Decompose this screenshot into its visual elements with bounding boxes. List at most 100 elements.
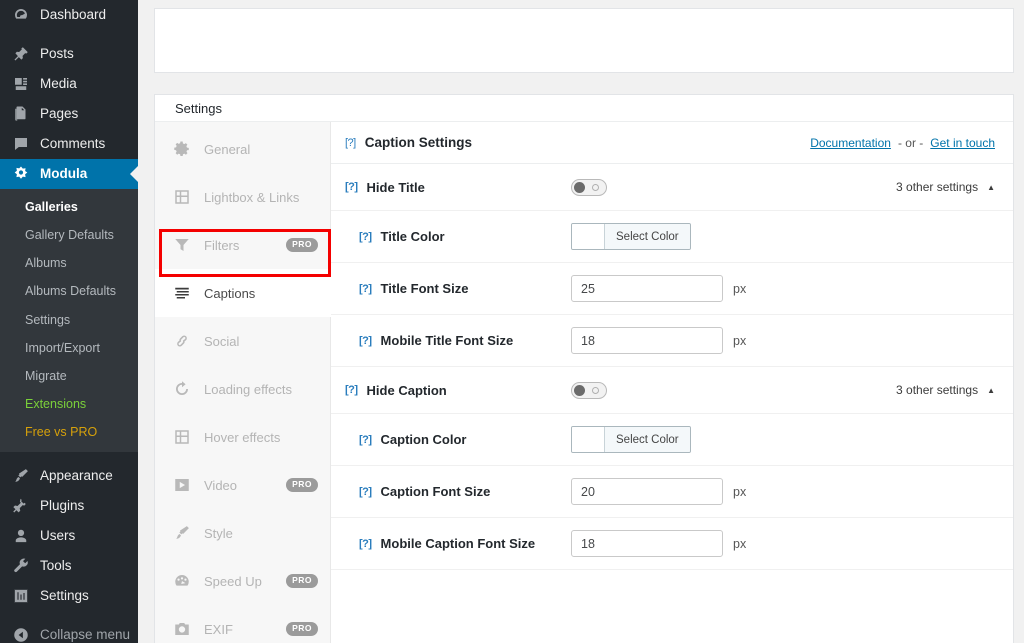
sidebar-item-appearance[interactable]: Appearance: [0, 461, 138, 491]
speed-icon: [173, 572, 191, 590]
other-settings-toggle-hide-title[interactable]: 3 other settings▲: [896, 180, 995, 194]
modula-submenu: GalleriesGallery DefaultsAlbumsAlbums De…: [0, 189, 138, 452]
tab-loading-effects[interactable]: Loading effects: [155, 365, 330, 413]
tab-speed-up[interactable]: Speed UpPRO: [155, 557, 330, 605]
input-mobile-caption-font-size[interactable]: [571, 530, 723, 557]
field-hide-caption: [571, 382, 607, 399]
form-header: [?] Caption Settings Documentation - or …: [331, 122, 1013, 164]
tab-social[interactable]: Social: [155, 317, 330, 365]
sidebar-item-pages[interactable]: Pages: [0, 99, 138, 129]
tab-video[interactable]: VideoPRO: [155, 461, 330, 509]
select-color-label: Select Color: [605, 224, 690, 249]
tab-general[interactable]: General: [155, 125, 330, 173]
admin-sidebar: Dashboard Posts Media PagesCommentsModula G…: [0, 0, 138, 643]
chevron-up-icon: ▲: [987, 183, 995, 192]
brush-icon: [173, 524, 191, 542]
get-in-touch-link[interactable]: Get in touch: [930, 136, 995, 150]
setting-label-text: Caption Font Size: [381, 484, 491, 499]
toggle-hide-caption[interactable]: [571, 382, 607, 399]
input-title-font-size[interactable]: [571, 275, 723, 302]
sidebar-item-label: Media: [40, 77, 77, 91]
settings-form: [?] Caption Settings Documentation - or …: [331, 122, 1013, 643]
color-picker-caption-color[interactable]: Select Color: [571, 426, 691, 453]
sidebar-item-label: Tools: [40, 559, 72, 573]
toggle-hide-title[interactable]: [571, 179, 607, 196]
setting-row-caption-font-size: [?]Caption Font Sizepx: [331, 466, 1013, 518]
label-hide-title: [?]Hide Title: [345, 180, 571, 195]
setting-label-text: Hide Caption: [367, 383, 447, 398]
other-settings-toggle-hide-caption[interactable]: 3 other settings▲: [896, 383, 995, 397]
help-icon[interactable]: [?]: [345, 137, 356, 149]
tab-exif[interactable]: EXIFPRO: [155, 605, 330, 643]
other-settings-label: 3 other settings: [896, 383, 978, 397]
sidebar-item-modula[interactable]: Modula: [0, 159, 138, 189]
sidebar-item-users[interactable]: Users: [0, 521, 138, 551]
label-mobile-title-font-size: [?] Mobile Title Font Size: [345, 333, 571, 348]
panel-title: Settings: [155, 95, 1013, 122]
help-icon[interactable]: [?]: [359, 434, 372, 446]
sidebar-item-label: Posts: [40, 47, 74, 61]
setting-label-text: Caption Color: [381, 432, 467, 447]
submenu-item-migrate[interactable]: Migrate: [0, 362, 138, 390]
color-picker-title-color[interactable]: Select Color: [571, 223, 691, 250]
tab-label: Hover effects: [204, 430, 318, 445]
help-icon[interactable]: [?]: [359, 231, 372, 243]
help-icon[interactable]: [?]: [359, 335, 372, 347]
submenu-item-albums[interactable]: Albums: [0, 249, 138, 277]
submenu-item-galleries[interactable]: Galleries: [0, 193, 138, 221]
setting-row-title-color: [?]Title ColorSelect Color: [331, 211, 1013, 263]
color-swatch: [572, 224, 605, 249]
sidebar-item-label: Appearance: [40, 469, 113, 483]
sidebar-item-tools[interactable]: Tools: [0, 551, 138, 581]
help-icon[interactable]: [?]: [359, 283, 372, 295]
tab-style[interactable]: Style: [155, 509, 330, 557]
setting-row-mobile-title-font-size: [?] Mobile Title Font Size px: [331, 315, 1013, 367]
field-mobile-title-font-size: px: [571, 327, 746, 354]
label-caption-color: [?] Caption Color: [345, 432, 571, 447]
label-caption-font-size: [?] Caption Font Size: [345, 484, 571, 499]
input-mobile-title-font-size[interactable]: [571, 327, 723, 354]
help-icon[interactable]: [?]: [345, 181, 358, 193]
sidebar-item-settings[interactable]: Settings: [0, 581, 138, 611]
wp-admin-screen: Dashboard Posts Media PagesCommentsModula G…: [0, 0, 1024, 643]
settings-panel: Settings GeneralLightbox & LinksFiltersP…: [154, 94, 1014, 643]
sidebar-item-label: Settings: [40, 589, 89, 603]
sidebar-item-plugins[interactable]: Plugins: [0, 491, 138, 521]
help-icon[interactable]: [?]: [359, 538, 372, 550]
field-title-color: Select Color: [571, 223, 691, 250]
submenu-item-extensions[interactable]: Extensions: [0, 390, 138, 418]
sidebar-item-dashboard[interactable]: Dashboard: [0, 0, 138, 30]
settings-icon: [11, 586, 31, 606]
select-color-label: Select Color: [605, 427, 690, 452]
field-title-font-size: px: [571, 275, 746, 302]
sidebar-item-collapse-menu[interactable]: Collapse menu: [0, 620, 138, 643]
sidebar-item-media[interactable]: Media: [0, 69, 138, 99]
documentation-link[interactable]: Documentation: [810, 136, 891, 150]
link-icon: [173, 332, 191, 350]
toggle-knob: [574, 385, 585, 396]
help-icon[interactable]: [?]: [345, 384, 358, 396]
sidebar-item-posts[interactable]: Posts: [0, 39, 138, 69]
tab-filters[interactable]: FiltersPRO: [155, 221, 330, 269]
submenu-item-free-vs-pro[interactable]: Free vs PRO: [0, 418, 138, 446]
help-icon[interactable]: [?]: [359, 486, 372, 498]
collapse-icon: [11, 625, 31, 643]
pages-icon: [11, 104, 31, 124]
tab-captions[interactable]: Captions: [155, 269, 331, 317]
submenu-item-settings[interactable]: Settings: [0, 306, 138, 334]
setting-label-text: Mobile Title Font Size: [381, 333, 514, 348]
sidebar-item-comments[interactable]: Comments: [0, 129, 138, 159]
submenu-item-import-export[interactable]: Import/Export: [0, 334, 138, 362]
input-caption-font-size[interactable]: [571, 478, 723, 505]
submenu-item-gallery-defaults[interactable]: Gallery Defaults: [0, 221, 138, 249]
sidebar-item-label: Dashboard: [40, 8, 106, 22]
tab-label: Video: [204, 478, 286, 493]
tab-label: Speed Up: [204, 574, 286, 589]
menu-separator: [0, 30, 138, 39]
hover-icon: [173, 428, 191, 446]
form-heading: Caption Settings: [365, 135, 472, 150]
tab-hover-effects[interactable]: Hover effects: [155, 413, 330, 461]
tab-lightbox-links[interactable]: Lightbox & Links: [155, 173, 330, 221]
tab-label: Captions: [204, 286, 318, 301]
submenu-item-albums-defaults[interactable]: Albums Defaults: [0, 277, 138, 305]
